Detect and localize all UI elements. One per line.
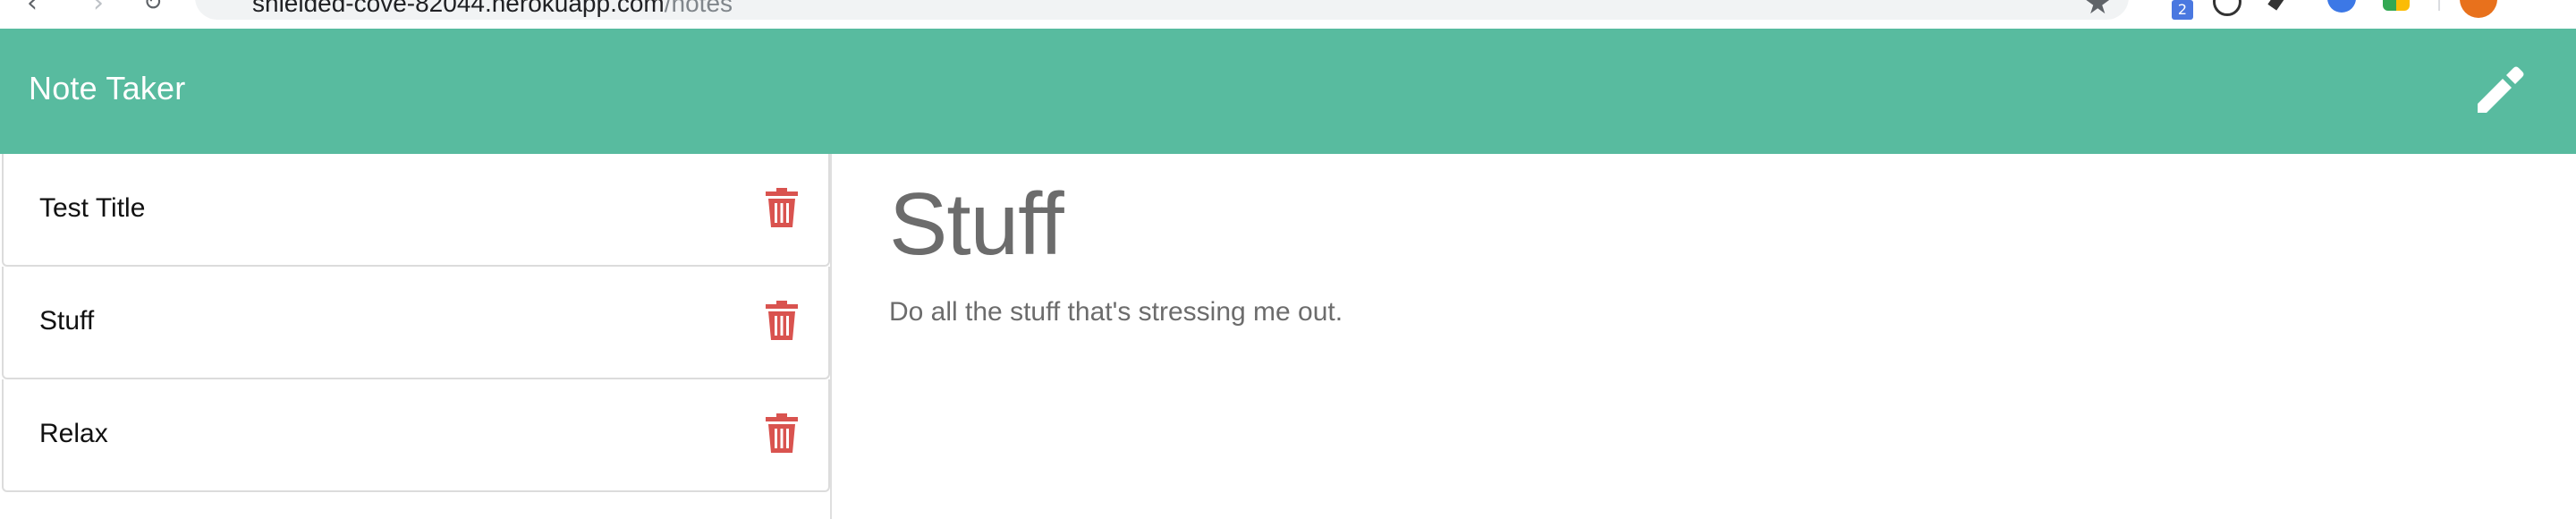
note-list-item[interactable]: Test Title <box>2 154 830 267</box>
note-text[interactable]: Do all the stuff that's stressing me out… <box>889 297 1343 328</box>
trash-icon <box>766 188 798 227</box>
browser-toolbar: ‹ › ↻ shielded-cove-82044.herokuapp.com/… <box>0 0 2576 29</box>
extension-icon[interactable] <box>2213 0 2241 16</box>
note-title[interactable]: Stuff <box>889 174 1064 275</box>
extension-color-icon[interactable] <box>2383 0 2410 11</box>
new-note-button[interactable] <box>2470 63 2528 120</box>
trash-icon <box>766 301 798 340</box>
toolbar-divider <box>2438 0 2440 11</box>
app-navbar: Note Taker <box>0 29 2576 154</box>
pencil-icon <box>2478 66 2524 113</box>
note-list-item[interactable]: Stuff <box>2 267 830 379</box>
url-text: shielded-cove-82044.herokuapp.com/notes <box>252 0 733 17</box>
note-list-item-title[interactable]: Test Title <box>39 193 145 224</box>
note-list-item-title[interactable]: Relax <box>39 419 108 449</box>
delete-note-button[interactable] <box>764 301 800 340</box>
app-title[interactable]: Note Taker <box>29 70 185 107</box>
extension-badge[interactable]: 2 <box>2172 0 2193 20</box>
forward-icon[interactable]: › <box>93 0 104 19</box>
note-list-item[interactable]: Relax <box>2 379 830 492</box>
delete-note-button[interactable] <box>764 188 800 227</box>
trash-icon <box>766 413 798 453</box>
delete-note-button[interactable] <box>764 413 800 453</box>
bookmark-star-icon[interactable]: ★ <box>2084 0 2111 21</box>
note-viewer: Stuff Do all the stuff that's stressing … <box>889 154 2535 519</box>
extension-pin-icon[interactable] <box>2267 0 2287 11</box>
back-icon[interactable]: ‹ <box>27 0 38 19</box>
extension-blue-icon[interactable] <box>2327 0 2356 13</box>
note-list-item-title[interactable]: Stuff <box>39 306 94 336</box>
address-bar[interactable]: shielded-cove-82044.herokuapp.com/notes <box>195 0 2129 20</box>
reload-icon[interactable]: ↻ <box>143 0 163 16</box>
note-list: Test Title Stuff Relax <box>0 154 832 519</box>
profile-avatar[interactable] <box>2460 0 2497 18</box>
